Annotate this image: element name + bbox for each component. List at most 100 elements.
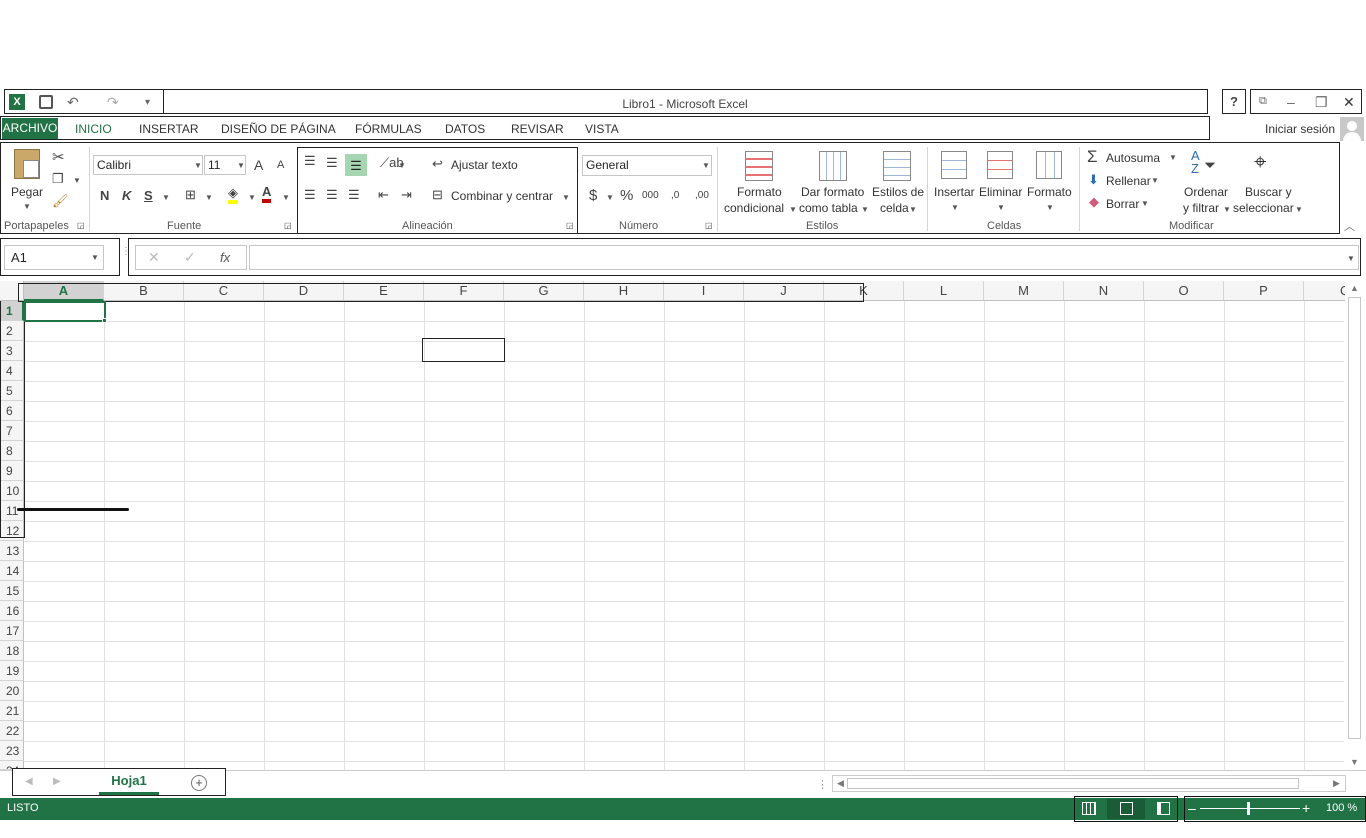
prev-sheet-icon[interactable]: ◀ bbox=[25, 776, 33, 787]
find-select-icon[interactable]: ⌖ bbox=[1254, 149, 1266, 175]
row-header[interactable]: 20 bbox=[0, 681, 24, 701]
percent-icon[interactable]: % bbox=[620, 187, 633, 204]
sort-filter-icon[interactable]: AZ bbox=[1191, 149, 1200, 175]
shrink-font-icon[interactable]: A bbox=[277, 159, 284, 171]
sheet-tab[interactable]: Hoja1 bbox=[99, 769, 159, 795]
row-header[interactable]: 15 bbox=[0, 581, 24, 601]
currency-icon[interactable]: $ bbox=[589, 187, 597, 204]
cancel-icon[interactable]: ✕ bbox=[148, 249, 160, 266]
page-break-icon[interactable] bbox=[1157, 802, 1170, 815]
align-right-icon[interactable]: ☰ bbox=[348, 187, 360, 203]
delete-cells-button[interactable]: Eliminar bbox=[979, 184, 1022, 200]
format-cells-button[interactable]: Formato bbox=[1027, 184, 1072, 200]
tab-inicio[interactable]: INICIO bbox=[75, 122, 112, 136]
font-color-icon[interactable]: A bbox=[262, 185, 272, 203]
vertical-scroll-thumb[interactable] bbox=[1348, 297, 1361, 739]
fill-icon[interactable]: ⬇ bbox=[1088, 172, 1099, 188]
row-header[interactable]: 18 bbox=[0, 641, 24, 661]
horizontal-scroll-thumb[interactable] bbox=[847, 778, 1299, 789]
decrease-indent-icon[interactable]: ⇤ bbox=[378, 187, 389, 203]
row-header[interactable]: 16 bbox=[0, 601, 24, 621]
format-as-table-button[interactable]: Dar formato bbox=[801, 184, 864, 200]
redo-icon[interactable]: ↷ bbox=[107, 94, 119, 111]
scroll-right-icon[interactable]: ▶ bbox=[1333, 778, 1340, 789]
column-header[interactable]: L bbox=[904, 281, 984, 301]
scroll-up-icon[interactable]: ▲ bbox=[1350, 283, 1359, 293]
dialog-launcher-icon[interactable]: ◲ bbox=[284, 221, 292, 230]
vertical-scrollbar[interactable]: ▲ ▼ bbox=[1346, 283, 1364, 770]
sort-filter-button[interactable]: Ordenar bbox=[1184, 184, 1228, 200]
column-header[interactable]: P bbox=[1224, 281, 1304, 301]
fill-handle[interactable] bbox=[102, 318, 107, 323]
row-header[interactable]: 14 bbox=[0, 561, 24, 581]
zoom-slider-thumb[interactable] bbox=[1247, 802, 1250, 815]
decrease-decimal-icon[interactable]: ,00 bbox=[695, 190, 709, 201]
funnel-icon[interactable]: ⏷ bbox=[1204, 157, 1216, 174]
borders-icon[interactable]: ⊞ bbox=[185, 187, 196, 203]
row-header[interactable]: 13 bbox=[0, 541, 24, 561]
row-header[interactable]: 19 bbox=[0, 661, 24, 681]
row-header[interactable]: 22 bbox=[0, 721, 24, 741]
formula-input[interactable] bbox=[249, 245, 1359, 270]
close-icon[interactable]: ✕ bbox=[1343, 94, 1355, 111]
paste-caret-icon[interactable]: ▼ bbox=[23, 202, 31, 211]
worksheet-grid[interactable]: A B C D E F G H I J K L M N O P Q 1 2 3 … bbox=[0, 281, 1345, 770]
align-top-icon[interactable]: ☰ bbox=[304, 153, 316, 169]
wrap-text-icon[interactable]: ↩ bbox=[432, 156, 443, 172]
scroll-down-icon[interactable]: ▼ bbox=[1350, 757, 1359, 767]
cell-styles-button[interactable]: Estilos de bbox=[872, 184, 924, 200]
horizontal-scrollbar[interactable]: ◀ ▶ bbox=[832, 775, 1346, 792]
wrap-text-button[interactable]: Ajustar texto bbox=[451, 157, 518, 173]
normal-view-icon[interactable] bbox=[1082, 802, 1096, 815]
zoom-out-icon[interactable]: – bbox=[1188, 800, 1196, 816]
tab-insertar[interactable]: INSERTAR bbox=[139, 122, 199, 136]
grow-font-icon[interactable]: A bbox=[254, 157, 263, 173]
insert-cells-button[interactable]: Insertar bbox=[934, 184, 975, 200]
collapse-ribbon-icon[interactable]: ︿ bbox=[1344, 218, 1355, 234]
excel-icon[interactable]: X bbox=[9, 94, 25, 110]
undo-icon[interactable]: ↶ bbox=[67, 94, 79, 111]
align-center-icon[interactable]: ☰ bbox=[326, 187, 338, 203]
clear-button[interactable]: Borrar bbox=[1106, 196, 1139, 212]
next-sheet-icon[interactable]: ▶ bbox=[53, 776, 61, 787]
conditional-format-button-line2[interactable]: condicional bbox=[724, 200, 784, 216]
zoom-in-icon[interactable]: + bbox=[1302, 800, 1310, 816]
number-format-select[interactable]: General bbox=[582, 155, 712, 176]
fill-color-icon[interactable]: ◈ bbox=[228, 186, 238, 204]
increase-decimal-icon[interactable]: ,0 bbox=[671, 190, 679, 201]
row-header[interactable]: 23 bbox=[0, 741, 24, 761]
dialog-launcher-icon[interactable]: ◲ bbox=[566, 221, 574, 230]
tab-datos[interactable]: DATOS bbox=[445, 122, 485, 136]
underline-button[interactable]: S bbox=[144, 188, 153, 203]
page-layout-icon[interactable] bbox=[1120, 802, 1133, 815]
dialog-launcher-icon[interactable]: ◲ bbox=[705, 221, 713, 230]
dialog-launcher-icon[interactable]: ◲ bbox=[77, 221, 85, 230]
copy-icon[interactable]: ❐ bbox=[52, 171, 64, 187]
conditional-format-button[interactable]: Formato bbox=[737, 184, 782, 200]
tab-formulas[interactable]: FÓRMULAS bbox=[355, 122, 422, 136]
align-middle-icon[interactable]: ☰ bbox=[326, 155, 338, 171]
autosum-icon[interactable]: Σ bbox=[1087, 147, 1098, 167]
sign-in-link[interactable]: Iniciar sesión bbox=[1265, 122, 1335, 136]
find-select-button[interactable]: Buscar y bbox=[1245, 184, 1292, 200]
insert-cells-icon[interactable] bbox=[941, 151, 967, 179]
save-icon[interactable] bbox=[39, 95, 53, 109]
add-sheet-icon[interactable]: + bbox=[191, 775, 207, 791]
clear-icon[interactable]: ◆ bbox=[1089, 194, 1099, 210]
cell-styles-button-line2[interactable]: celda bbox=[880, 200, 909, 216]
name-box[interactable]: A1 bbox=[4, 245, 104, 270]
bold-button[interactable]: N bbox=[100, 188, 109, 203]
scroll-left-icon[interactable]: ◀ bbox=[837, 778, 844, 789]
tab-vista[interactable]: VISTA bbox=[585, 122, 619, 136]
tab-revisar[interactable]: REVISAR bbox=[511, 122, 564, 136]
sort-filter-button-line2[interactable]: y filtrar bbox=[1183, 200, 1219, 216]
merge-center-button[interactable]: Combinar y centrar bbox=[451, 188, 553, 204]
zoom-slider[interactable] bbox=[1200, 808, 1300, 809]
row-header[interactable]: 21 bbox=[0, 701, 24, 721]
align-bottom-icon[interactable]: ☰ bbox=[345, 154, 367, 176]
column-header[interactable]: Q bbox=[1304, 281, 1345, 301]
column-header[interactable]: O bbox=[1144, 281, 1224, 301]
font-name-select[interactable]: Calibri bbox=[93, 155, 203, 175]
insert-function-icon[interactable]: fx bbox=[220, 250, 230, 265]
format-as-table-icon[interactable] bbox=[819, 151, 847, 181]
